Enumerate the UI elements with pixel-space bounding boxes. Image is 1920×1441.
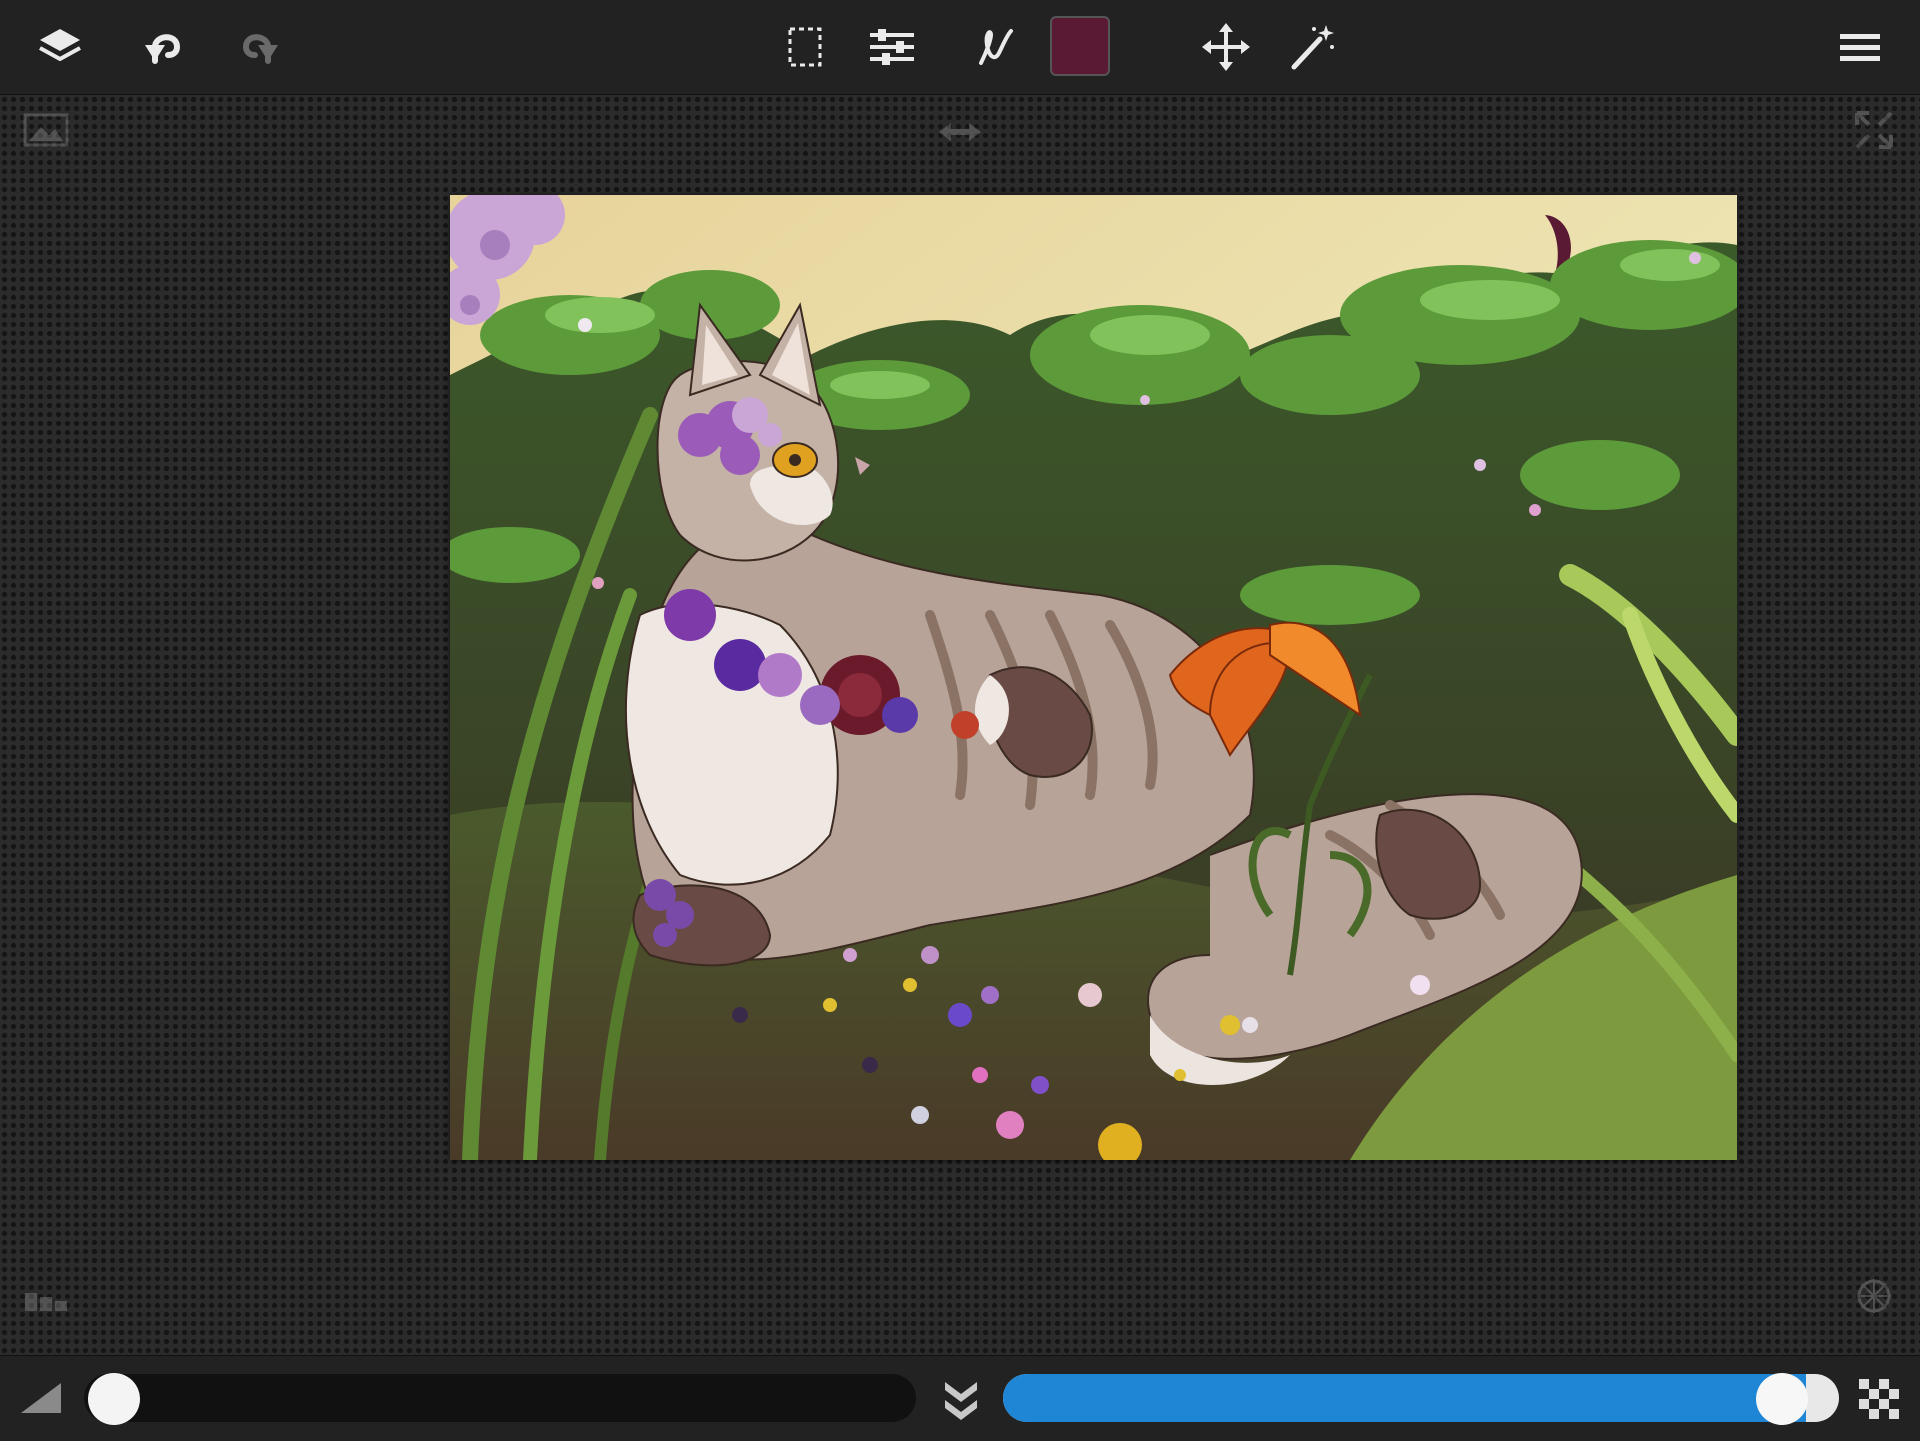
color-swatch-button[interactable] (1050, 16, 1110, 76)
tools-palette-icon[interactable] (22, 1281, 70, 1323)
opacity-slider-thumb[interactable] (1756, 1373, 1808, 1425)
artwork-illustration (450, 195, 1737, 1160)
redo-button[interactable] (226, 15, 290, 79)
menu-button[interactable] (1828, 15, 1892, 79)
magic-wand-icon (1291, 25, 1334, 70)
top-toolbar (0, 0, 1920, 95)
flip-horizontal-icon[interactable] (936, 111, 984, 153)
transparency-checker-icon[interactable] (1858, 1378, 1900, 1420)
brush-icon (979, 29, 1013, 65)
symmetry-icon[interactable] (1850, 1275, 1898, 1317)
artwork-canvas[interactable] (450, 195, 1737, 1160)
opacity-slider-fill (1003, 1374, 1806, 1422)
magic-wand-button[interactable] (1280, 15, 1344, 79)
layer-merge-down-icon[interactable] (938, 1374, 984, 1422)
layers-button[interactable] (28, 15, 92, 79)
brush-button[interactable] (963, 15, 1027, 79)
selection-icon (788, 27, 822, 67)
opacity-slider[interactable] (1003, 1374, 1839, 1422)
brush-size-slider[interactable] (84, 1374, 916, 1422)
menu-icon (1840, 34, 1880, 61)
brush-size-icon (18, 1378, 64, 1418)
adjustments-icon (870, 29, 914, 65)
selection-button[interactable] (773, 15, 837, 79)
brush-size-slider-thumb[interactable] (88, 1373, 140, 1425)
move-button[interactable] (1194, 15, 1258, 79)
fullscreen-icon[interactable] (1850, 109, 1898, 151)
undo-icon (145, 34, 181, 64)
move-icon (1202, 23, 1250, 71)
adjustments-button[interactable] (860, 15, 924, 79)
layers-icon (39, 29, 81, 61)
bottom-bar (0, 1355, 1920, 1441)
canvas-workspace[interactable] (0, 95, 1920, 1355)
redo-icon (242, 34, 278, 64)
reference-image-icon[interactable] (22, 109, 70, 151)
undo-button[interactable] (133, 15, 197, 79)
